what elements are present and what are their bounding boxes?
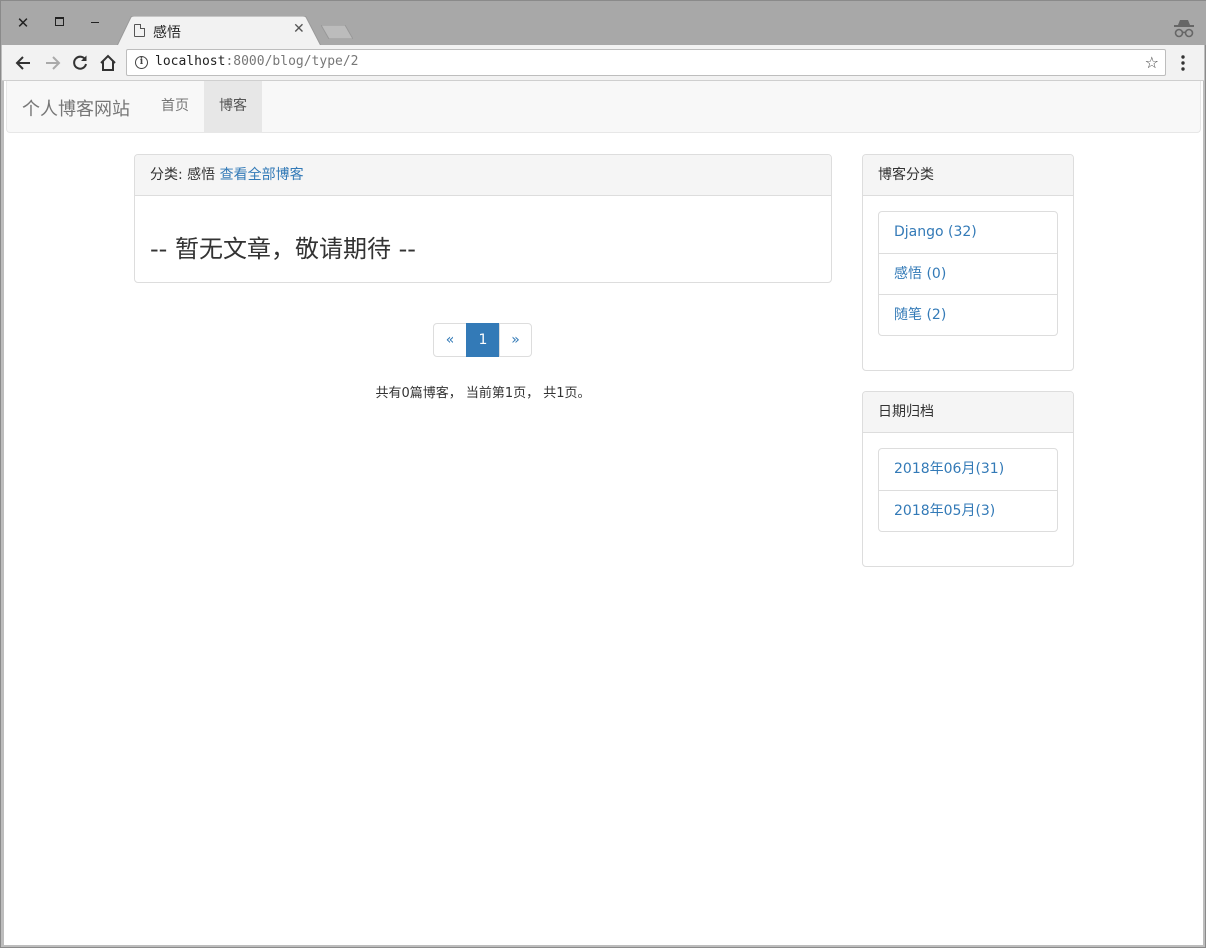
category-list: Django (32) 感悟 (0) 随笔 (2) — [878, 211, 1058, 336]
pagination: « 1 » — [433, 323, 532, 357]
category-label: 分类: 感悟 — [150, 167, 216, 183]
tab-close-icon[interactable]: ✕ — [293, 21, 305, 37]
tab-title: 感悟 — [153, 25, 181, 41]
archive-panel: 日期归档 2018年06月(31) 2018年05月(3) — [862, 391, 1074, 567]
view-all-blogs-link[interactable]: 查看全部博客 — [220, 167, 304, 183]
tab-shape — [117, 16, 321, 46]
page-viewport: 个人博客网站 首页 博客 分类: 感悟 查看全部博客 -- 暂无文章，敬请期待 … — [4, 81, 1203, 945]
archive-panel-heading: 日期归档 — [863, 392, 1073, 433]
window-maximize-button[interactable] — [49, 13, 69, 33]
address-bar[interactable]: i localhost:8000/blog/type/2 ☆ — [126, 49, 1166, 76]
back-arrow-icon[interactable] — [14, 53, 34, 73]
archive-list: 2018年06月(31) 2018年05月(3) — [878, 448, 1058, 532]
browser-window: ✕ 感悟 ✕ i localhost:8000/blog/type/2 ☆ 个人… — [0, 0, 1206, 948]
url-text: localhost:8000/blog/type/2 — [155, 54, 359, 69]
new-tab-button[interactable] — [321, 25, 353, 39]
archive-item-2018-06[interactable]: 2018年06月(31) — [879, 449, 1057, 490]
browser-menu-icon[interactable] — [1179, 54, 1187, 72]
site-info-icon[interactable]: i — [135, 56, 148, 69]
page-info: 共有0篇博客， 当前第1页， 共1页。 — [375, 386, 591, 401]
url-host: localhost — [155, 54, 226, 69]
site-navbar: 个人博客网站 首页 博客 — [6, 81, 1201, 133]
reload-icon[interactable] — [70, 53, 90, 73]
tab-strip: ✕ 感悟 ✕ — [1, 1, 1206, 46]
forward-arrow-icon[interactable] — [42, 53, 62, 73]
category-panel-heading: 博客分类 — [863, 155, 1073, 196]
pagination-prev[interactable]: « — [433, 323, 467, 357]
page-icon — [134, 24, 145, 37]
window-minimize-button[interactable] — [85, 13, 105, 33]
pagination-page-1[interactable]: 1 — [466, 323, 500, 357]
category-item-django[interactable]: Django (32) — [879, 212, 1057, 253]
panel-heading: 分类: 感悟 查看全部博客 — [135, 155, 831, 196]
blog-list-panel: 分类: 感悟 查看全部博客 -- 暂无文章，敬请期待 -- — [134, 154, 832, 283]
browser-toolbar: i localhost:8000/blog/type/2 ☆ — [2, 45, 1204, 81]
category-item-suibi[interactable]: 随笔 (2) — [879, 294, 1057, 335]
archive-item-2018-05[interactable]: 2018年05月(3) — [879, 490, 1057, 531]
site-brand[interactable]: 个人博客网站 — [22, 95, 130, 121]
nav-link-blog[interactable]: 博客 — [204, 81, 262, 132]
home-icon[interactable] — [98, 53, 118, 73]
bookmark-star-icon[interactable]: ☆ — [1145, 53, 1159, 72]
empty-message: -- 暂无文章，敬请期待 -- — [150, 235, 416, 263]
category-panel: 博客分类 Django (32) 感悟 (0) 随笔 (2) — [862, 154, 1074, 371]
url-path: :8000/blog/type/2 — [225, 54, 359, 69]
nav-link-home[interactable]: 首页 — [146, 81, 204, 132]
tab-active[interactable]: 感悟 ✕ — [117, 16, 321, 46]
category-item-ganwu[interactable]: 感悟 (0) — [879, 253, 1057, 294]
pagination-next[interactable]: » — [499, 323, 532, 357]
window-close-button[interactable]: ✕ — [13, 13, 33, 33]
incognito-icon — [1174, 20, 1194, 38]
